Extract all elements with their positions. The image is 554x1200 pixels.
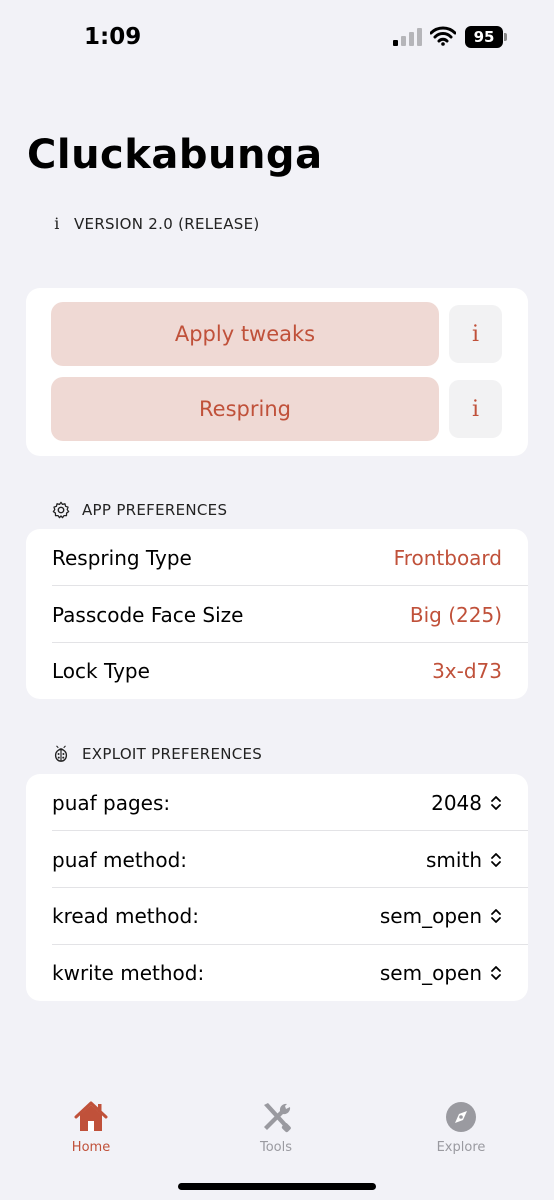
chevron-up-down-icon: [491, 965, 501, 980]
wifi-icon: [430, 26, 456, 46]
ladybug-icon: [54, 745, 68, 762]
tools-icon: [264, 1103, 291, 1133]
version-header: i VERSION 2.0 (RELEASE): [52, 214, 260, 233]
screen: 1:09 95 Cluckabunga i VERSION 2.0 (RELEA…: [0, 0, 554, 1200]
cellular-signal-icon: [393, 28, 422, 46]
chevron-up-down-icon: [491, 795, 501, 810]
row-value[interactable]: 3x-d73: [432, 659, 502, 683]
page-title: Cluckabunga: [27, 132, 323, 178]
picker-value-text: sem_open: [379, 960, 482, 985]
exploit-preferences-header: EXPLOIT PREFERENCES: [52, 745, 262, 763]
picker-value[interactable]: sem_open: [380, 961, 502, 985]
pref-row-respring-type[interactable]: Respring Type Frontboard: [26, 529, 528, 586]
exploit-preferences-card: puaf pages: 2048 puaf method: smith krea…: [26, 774, 528, 1001]
tab-label: Tools: [259, 1140, 293, 1155]
picker-value-text: 2048: [431, 790, 482, 815]
row-value[interactable]: Big (225): [410, 603, 502, 627]
chevron-up-down-icon: [491, 908, 501, 923]
pref-row-lock-type[interactable]: Lock Type 3x-d73: [26, 642, 528, 699]
gear-icon: [52, 501, 70, 519]
row-value[interactable]: Frontboard: [394, 546, 502, 570]
picker-value-text: smith: [426, 847, 482, 872]
app-preferences-title: APP PREFERENCES: [82, 501, 228, 519]
respring-info-button[interactable]: i: [449, 380, 502, 438]
app-preferences-card: Respring Type Frontboard Passcode Face S…: [26, 529, 528, 699]
exploit-row-puaf-pages[interactable]: puaf pages: 2048: [26, 774, 528, 831]
exploit-row-kwrite-method[interactable]: kwrite method: sem_open: [26, 944, 528, 1001]
row-label: Respring Type: [52, 545, 192, 570]
row-label: kwrite method:: [52, 960, 205, 985]
apply-tweaks-info-button[interactable]: i: [449, 305, 502, 363]
exploit-preferences-title: EXPLOIT PREFERENCES: [82, 745, 263, 763]
home-indicator[interactable]: [178, 1183, 376, 1190]
tab-explore[interactable]: Explore: [411, 1100, 511, 1155]
status-time: 1:09: [84, 24, 142, 50]
app-preferences-header: APP PREFERENCES: [52, 501, 227, 519]
house-icon: [74, 1101, 108, 1131]
picker-value[interactable]: 2048: [431, 791, 502, 815]
row-label: puaf method:: [52, 847, 187, 872]
battery-icon: 95: [465, 26, 507, 48]
row-label: Lock Type: [52, 658, 150, 683]
row-label: puaf pages:: [52, 790, 171, 815]
actions-card: Apply tweaks i Respring i: [26, 288, 528, 456]
exploit-row-puaf-method[interactable]: puaf method: smith: [26, 831, 528, 888]
chevron-up-down-icon: [491, 852, 501, 867]
picker-value-text: sem_open: [379, 903, 482, 928]
tab-label: Home: [71, 1140, 111, 1155]
tab-home[interactable]: Home: [41, 1100, 141, 1155]
status-bar: 1:09 95: [0, 0, 554, 76]
battery-level: 95: [465, 26, 503, 48]
respring-button[interactable]: Respring: [51, 377, 439, 441]
picker-value[interactable]: smith: [426, 848, 502, 872]
info-icon: i: [54, 214, 60, 233]
battery-cap: [504, 33, 507, 41]
pref-row-passcode-face-size[interactable]: Passcode Face Size Big (225): [26, 586, 528, 643]
version-label: VERSION 2.0 (RELEASE): [74, 214, 260, 233]
apply-tweaks-button[interactable]: Apply tweaks: [51, 302, 439, 366]
row-label: Passcode Face Size: [52, 602, 244, 627]
tab-tools[interactable]: Tools: [226, 1100, 326, 1155]
compass-icon: [446, 1102, 476, 1132]
row-label: kread method:: [52, 903, 199, 928]
exploit-row-kread-method[interactable]: kread method: sem_open: [26, 887, 528, 944]
picker-value[interactable]: sem_open: [380, 904, 502, 928]
tab-label: Explore: [436, 1140, 486, 1155]
